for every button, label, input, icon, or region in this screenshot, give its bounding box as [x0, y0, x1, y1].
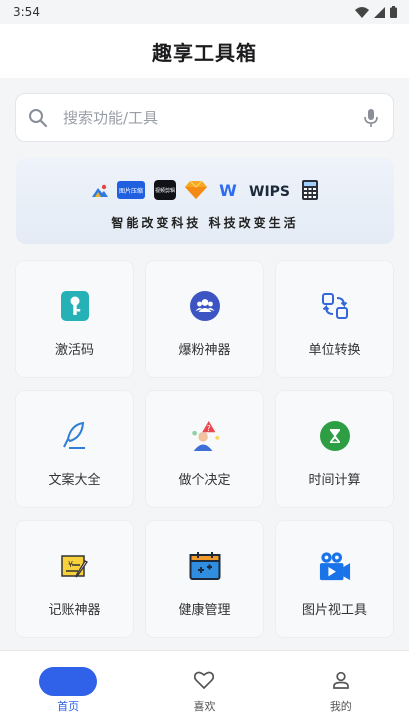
- tool-label: 健康管理: [178, 603, 231, 618]
- search-bar[interactable]: [15, 93, 394, 142]
- users-icon: [189, 290, 221, 322]
- video-camera-icon: [319, 550, 351, 582]
- status-time: 3:54: [13, 5, 40, 19]
- convert-icon: [319, 290, 351, 322]
- tool-fan-boost[interactable]: 爆粉神器: [145, 260, 264, 378]
- microphone-icon[interactable]: [363, 108, 379, 128]
- tool-label: 做个决定: [178, 473, 231, 488]
- sketch-app-icon: [185, 181, 207, 199]
- tool-bookkeeping[interactable]: ¥ 记账神器: [15, 520, 134, 638]
- status-icons: [355, 6, 397, 18]
- wps-brand-icon: WIPS: [249, 182, 293, 198]
- bottom-nav: 首页 喜欢 我的: [0, 650, 409, 728]
- ledger-icon: ¥: [59, 550, 91, 582]
- tool-activation-code[interactable]: 激活码: [15, 260, 134, 378]
- nav-mine[interactable]: 我的: [273, 651, 409, 728]
- calculator-app-icon: [302, 180, 318, 200]
- signal-icon: [374, 6, 385, 18]
- heart-icon: [194, 671, 215, 689]
- nav-favorites[interactable]: 喜欢: [136, 651, 272, 728]
- search-input[interactable]: [63, 108, 363, 127]
- image-compress-logo-text: 图片压缩: [119, 187, 143, 195]
- tool-image-video[interactable]: 图片视工具: [275, 520, 394, 638]
- video-app-icon: 视频剪辑: [154, 180, 176, 200]
- key-icon: [59, 290, 91, 322]
- battery-icon: [390, 6, 397, 18]
- quill-icon: [59, 420, 91, 452]
- status-bar: 3:54: [0, 0, 409, 24]
- tool-label: 图片视工具: [301, 603, 367, 618]
- promo-banner[interactable]: 图片压缩 视频剪辑 W WIPS 智能改变科技 科技改变生活: [16, 158, 394, 244]
- image-compress-app-icon: 图片压缩: [117, 181, 145, 199]
- nav-home[interactable]: 首页: [0, 651, 136, 728]
- tool-label: 文案大全: [48, 473, 101, 488]
- nav-label-home: 首页: [57, 700, 80, 713]
- tool-label: 记账神器: [48, 603, 101, 618]
- nav-label-mine: 我的: [329, 700, 352, 713]
- tool-label: 单位转换: [308, 343, 361, 358]
- nav-label-favorites: 喜欢: [193, 700, 216, 713]
- page-title: 趣享工具箱: [152, 40, 257, 65]
- hourglass-icon: [319, 420, 351, 452]
- tool-make-decision[interactable]: ? 做个决定: [145, 390, 264, 508]
- wps-app-icon: W: [216, 182, 240, 198]
- search-icon: [29, 108, 48, 127]
- photo-app-icon: [92, 183, 108, 197]
- tool-unit-convert[interactable]: 单位转换: [275, 260, 394, 378]
- calendar-plus-icon: [189, 550, 221, 582]
- tools-grid: 激活码 爆粉神器 单位转换 文案大全 ? 做个决定 时间计算 ¥ 记账神器 健康…: [15, 260, 394, 638]
- tool-time-calc[interactable]: 时间计算: [275, 390, 394, 508]
- user-icon: [332, 671, 349, 689]
- home-active-indicator: [39, 667, 98, 696]
- wps-logo-letter: W: [219, 182, 237, 198]
- tool-label: 激活码: [54, 343, 94, 358]
- main-content[interactable]: 图片压缩 视频剪辑 W WIPS 智能改变科技 科技改变生活: [0, 78, 409, 650]
- video-app-logo-text: 视频剪辑: [155, 187, 175, 194]
- tool-copywriting[interactable]: 文案大全: [15, 390, 134, 508]
- banner-slogan: 智能改变科技 科技改变生活: [111, 216, 299, 230]
- tool-label: 爆粉神器: [178, 343, 231, 358]
- decision-icon: ?: [189, 420, 221, 452]
- app-header: 趣享工具箱: [0, 24, 409, 78]
- tool-health[interactable]: 健康管理: [145, 520, 264, 638]
- svg-text:?: ?: [206, 424, 210, 433]
- wifi-icon: [355, 6, 369, 18]
- tool-label: 时间计算: [308, 473, 361, 488]
- banner-app-logos: 图片压缩 视频剪辑 W WIPS: [16, 180, 394, 200]
- wps-brand-text: WIPS: [249, 184, 290, 198]
